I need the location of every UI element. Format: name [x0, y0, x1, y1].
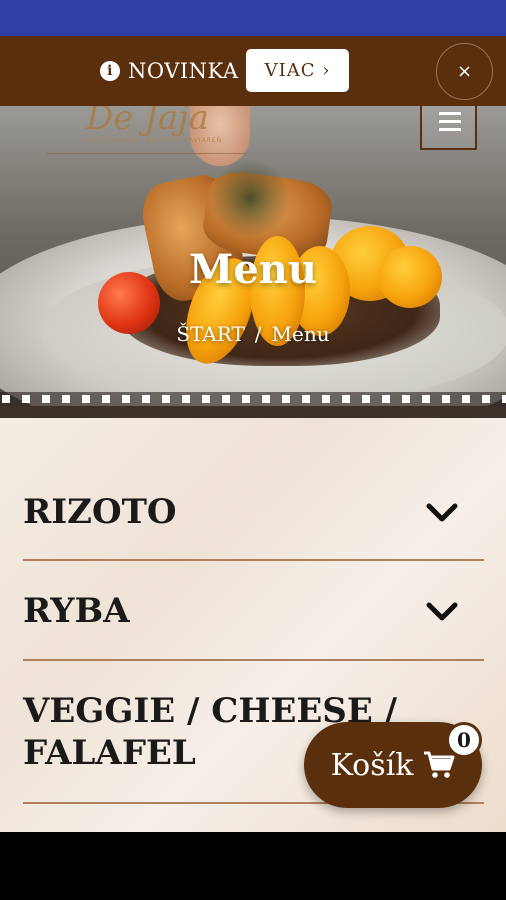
hamburger-icon: [439, 112, 461, 115]
breadcrumb-current: Menu: [271, 322, 330, 346]
notice-label: NOVINKA: [128, 59, 239, 83]
cart-icon: [424, 751, 455, 778]
page-title: Menu: [189, 246, 317, 293]
more-button[interactable]: VIAC ›: [246, 49, 349, 92]
hamburger-icon: [439, 120, 461, 123]
news-notice-bar: i NOVINKA VIAC › ×: [0, 36, 506, 106]
category-label: RIZOTO: [23, 492, 177, 532]
notice-text: i NOVINKA: [100, 57, 239, 85]
cart-label: Košík: [330, 747, 414, 783]
system-navigation-area: [0, 832, 506, 900]
logo-divider: [46, 153, 246, 154]
hamburger-menu-button[interactable]: [420, 106, 477, 150]
close-notice-button[interactable]: ×: [436, 43, 493, 100]
category-label: RYBA: [23, 591, 130, 631]
logo-tagline: REŠTAURÁCIA · BISTRO · KAVIAREŇ: [86, 137, 223, 144]
breadcrumb-home-link[interactable]: ŠTART: [176, 322, 244, 346]
herb-image: [210, 158, 290, 238]
chevron-down-icon[interactable]: [425, 595, 459, 629]
cart-count-badge: 0: [446, 722, 482, 758]
breadcrumb: ŠTART / Menu: [0, 322, 506, 346]
hero-bottom-edge: [0, 406, 506, 418]
hamburger-icon: [439, 128, 461, 131]
hero-banner: De Jaja REŠTAURÁCIA · BISTRO · KAVIAREŇ …: [0, 106, 506, 418]
info-icon: i: [100, 61, 120, 81]
restaurant-logo[interactable]: De Jaja REŠTAURÁCIA · BISTRO · KAVIAREŇ: [46, 106, 246, 154]
chevron-down-icon[interactable]: [425, 496, 459, 530]
category-rizoto[interactable]: [23, 418, 484, 561]
logo-text: De Jaja: [86, 106, 209, 138]
hero-divider-pattern: [0, 392, 506, 406]
system-status-bar: [0, 0, 506, 36]
breadcrumb-separator: /: [254, 322, 262, 346]
